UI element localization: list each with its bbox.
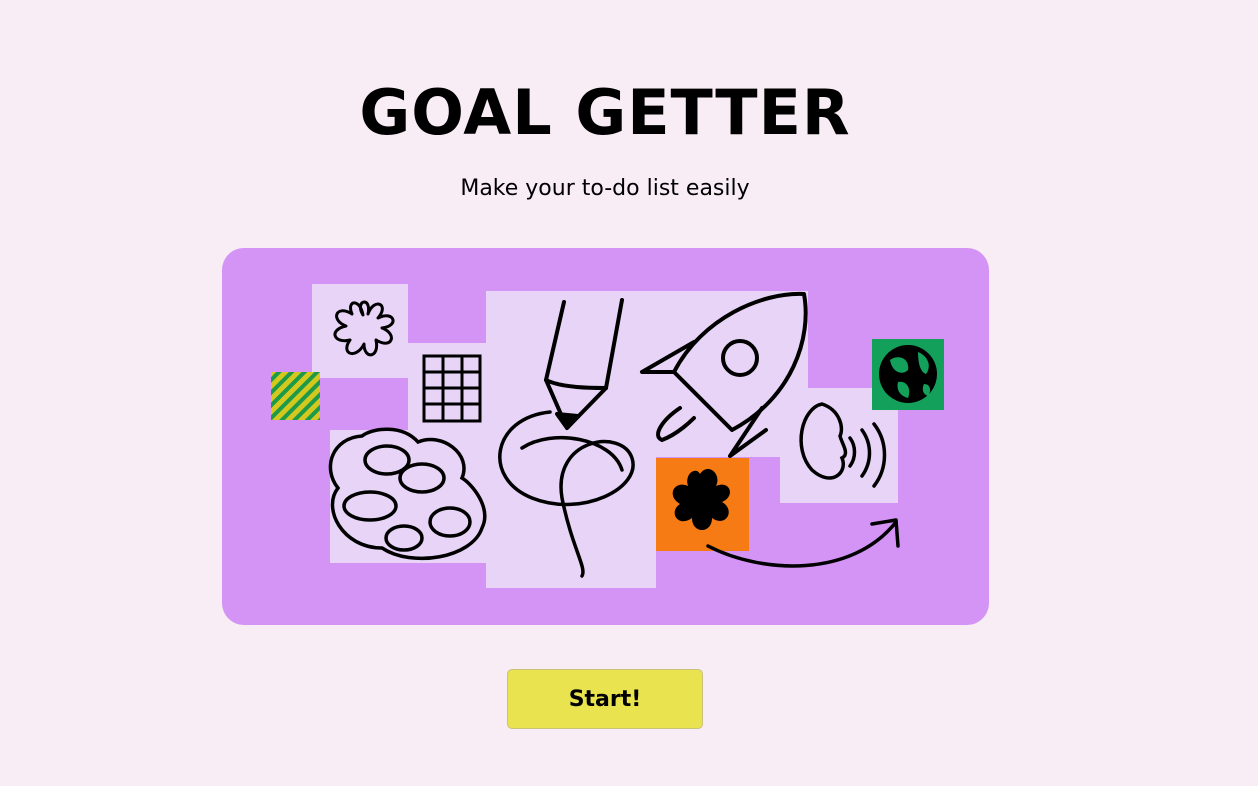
orange-blob-icon [656,458,749,551]
globe-icon [872,339,944,410]
start-button[interactable]: Start! [507,669,703,729]
page-title: GOAL GETTER [359,76,851,149]
hero-illustration [222,248,989,625]
striped-square-icon [271,372,320,420]
page-subtitle: Make your to-do list easily [460,176,750,201]
